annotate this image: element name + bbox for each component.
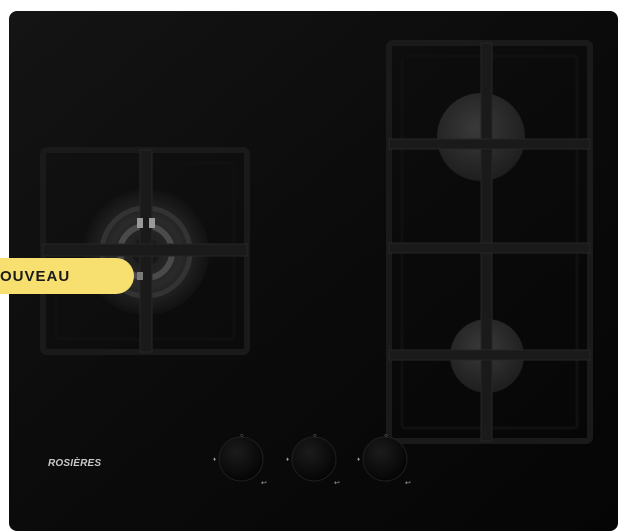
new-product-badge: OUVEAU xyxy=(0,258,134,294)
svg-text:♦: ♦ xyxy=(357,457,360,463)
flame-port xyxy=(137,272,143,280)
brand-logo-text: ROSIÈRES xyxy=(48,458,102,469)
svg-text:♦: ♦ xyxy=(286,457,289,463)
left-grate-bar-horizontal xyxy=(42,243,248,257)
flame-port xyxy=(137,218,143,228)
badge-label: OUVEAU xyxy=(0,267,71,285)
flame-port xyxy=(149,218,155,228)
svg-text:○: ○ xyxy=(313,433,317,439)
svg-text:↩: ↩ xyxy=(261,480,267,487)
right-grate-bar-vertical xyxy=(480,42,493,442)
right-grate-bar-middle xyxy=(388,242,591,254)
right-grate-bar-bottom xyxy=(388,349,591,361)
svg-text:♦: ♦ xyxy=(213,457,216,463)
product-image-canvas: ○ ♦ ↩ ○ ♦ ↩ ○ ♦ ↩ ROSIÈRES OUVEAU xyxy=(0,0,618,531)
svg-text:↩: ↩ xyxy=(334,480,340,487)
svg-text:↩: ↩ xyxy=(405,480,411,487)
right-grate-bar-top xyxy=(388,138,591,150)
control-knobs: ○ ♦ ↩ ○ ♦ ↩ ○ ♦ ↩ xyxy=(213,433,411,487)
svg-text:○: ○ xyxy=(384,433,388,439)
svg-text:○: ○ xyxy=(240,433,244,439)
